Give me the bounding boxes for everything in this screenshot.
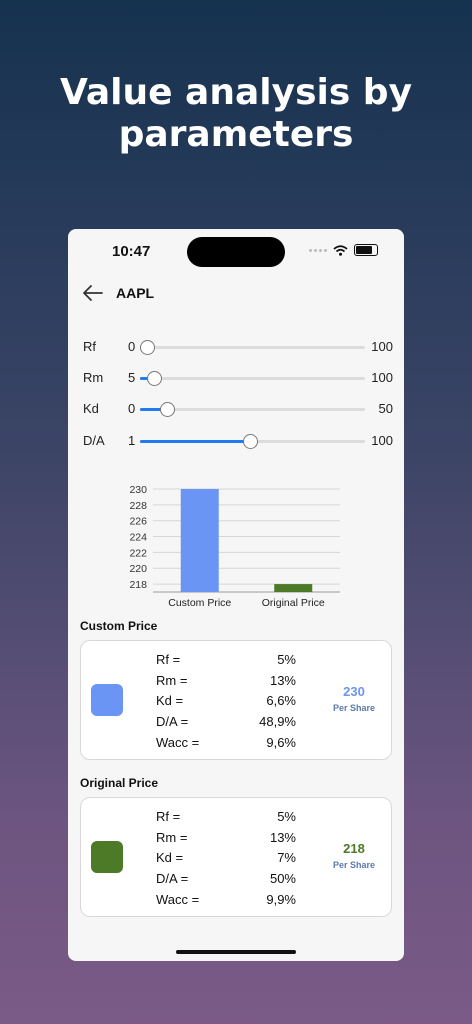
slider-row: Kd 0 50: [83, 399, 393, 419]
slider-track[interactable]: [139, 340, 365, 355]
chart-y-tick-label: 228: [129, 500, 147, 512]
battery-icon: [354, 244, 378, 256]
original-share-value: 218: [343, 841, 365, 856]
slider-max: 50: [378, 401, 393, 416]
chart-y-tick-label: 220: [129, 563, 147, 575]
chart-x-tick-label: Custom Price: [168, 597, 231, 609]
custom-share-value: 230: [343, 684, 365, 699]
original-share: 218 Per Share: [329, 841, 379, 870]
param-row: Wacc = 9,9%: [156, 890, 296, 911]
headline-line-2: parameters: [118, 114, 354, 155]
param-value: 48,9%: [259, 714, 296, 730]
original-params-list: Rf = 5% Rm = 13% Kd = 7% D/A = 50% Wacc = 9,9%: [156, 807, 296, 911]
slider-label: Rf: [83, 339, 96, 354]
param-value: 6,6%: [266, 693, 296, 709]
page-title: AAPL: [116, 285, 155, 301]
chart-x-tick-label: Original Price: [262, 597, 325, 609]
param-name: Rf =: [156, 652, 181, 667]
param-name: Wacc =: [156, 891, 200, 907]
custom-price-card: Rf = 5% Rm = 13% Kd = 6,6% D/A = 48,9% Wacc = 9,6…: [80, 640, 392, 760]
param-name: Rf =: [156, 809, 181, 824]
status-icons: [309, 244, 378, 256]
slider-thumb[interactable]: [243, 434, 259, 449]
param-row: Kd = 6,6%: [156, 691, 296, 712]
slider-min: 0: [128, 339, 136, 354]
headline-line-1: Value analysis by: [59, 72, 413, 113]
param-name: Rm =: [156, 829, 188, 845]
original-price-title: Original Price: [80, 776, 159, 790]
param-value: 5%: [277, 809, 296, 824]
param-row: Rm = 13%: [156, 828, 296, 849]
home-indicator: [176, 950, 296, 954]
slider-min: 1: [128, 433, 136, 448]
slider-label: Kd: [83, 401, 99, 416]
slider-thumb[interactable]: [146, 371, 162, 386]
custom-color-swatch: [91, 684, 123, 716]
param-value: 13%: [269, 672, 296, 688]
slider-track[interactable]: [140, 371, 365, 386]
slider-row: Rm 5 100: [83, 368, 393, 388]
chart-bar: [180, 489, 219, 592]
param-name: Wacc =: [156, 734, 200, 750]
slider-track[interactable]: [140, 402, 365, 417]
param-value: 7%: [277, 850, 296, 866]
phone-screen: 10:47 AAPL Rf 0 100 Rm 5 100 Kd 0 50 D/A 1 100 218 2…: [68, 229, 404, 961]
slider-label: Rm: [83, 370, 104, 385]
custom-price-title: Custom Price: [80, 619, 158, 633]
param-value: 50%: [269, 871, 296, 887]
dynamic-island: [187, 237, 285, 267]
slider-max: 100: [371, 433, 393, 448]
chart-bar: [274, 584, 313, 592]
slider-fill: [140, 440, 251, 443]
original-color-swatch: [91, 841, 123, 873]
headline: Value analysis by parameters: [0, 72, 472, 156]
slider-min: 0: [128, 401, 136, 416]
chart-y-tick-label: 218: [129, 579, 147, 591]
slider-track[interactable]: [140, 434, 365, 449]
param-row: Rf = 5%: [156, 650, 296, 671]
wifi-icon: [333, 244, 348, 256]
chart-y-tick-label: 226: [129, 516, 147, 528]
param-value: 9,9%: [266, 891, 296, 907]
chart-y-tick-label: 224: [129, 532, 147, 544]
slider-min: 5: [128, 370, 136, 385]
chart-y-tick-label: 230: [129, 484, 147, 496]
custom-share: 230 Per Share: [329, 684, 379, 713]
param-row: Rm = 13%: [156, 671, 296, 692]
slider-label: D/A: [83, 433, 105, 448]
param-name: Kd =: [156, 693, 184, 709]
param-value: 13%: [269, 829, 296, 845]
custom-share-label: Per Share: [332, 703, 376, 713]
chart-y-tick-label: 222: [129, 547, 147, 559]
original-price-card: Rf = 5% Rm = 13% Kd = 7% D/A = 50% Wacc = 9,9% 21…: [80, 797, 392, 917]
param-row: D/A = 50%: [156, 869, 296, 890]
custom-params-list: Rf = 5% Rm = 13% Kd = 6,6% D/A = 48,9% Wacc = 9,6…: [156, 650, 296, 754]
param-name: Rm =: [156, 672, 188, 688]
slider-row: D/A 1 100: [83, 431, 393, 451]
status-time: 10:47: [112, 243, 151, 260]
slider-max: 100: [371, 339, 393, 354]
param-row: Wacc = 9,6%: [156, 733, 296, 754]
param-name: D/A =: [156, 871, 189, 887]
price-bar-chart: 218 220 222 224 226 228 230 Custom Price Origina…: [129, 484, 340, 609]
slider-thumb[interactable]: [160, 402, 175, 417]
param-row: Kd = 7%: [156, 848, 296, 869]
slider-max: 100: [371, 370, 393, 385]
param-name: D/A =: [156, 714, 189, 730]
param-name: Kd =: [156, 850, 184, 866]
param-row: D/A = 48,9%: [156, 712, 296, 733]
slider-thumb[interactable]: [139, 340, 155, 355]
arrow-left-icon[interactable]: [82, 283, 104, 303]
param-value: 9,6%: [266, 734, 296, 750]
slider-row: Rf 0 100: [83, 337, 393, 357]
nav-bar: AAPL: [82, 283, 154, 303]
signal-icon: [309, 248, 327, 252]
param-value: 5%: [277, 652, 296, 667]
param-row: Rf = 5%: [156, 807, 296, 828]
original-share-label: Per Share: [332, 860, 376, 870]
